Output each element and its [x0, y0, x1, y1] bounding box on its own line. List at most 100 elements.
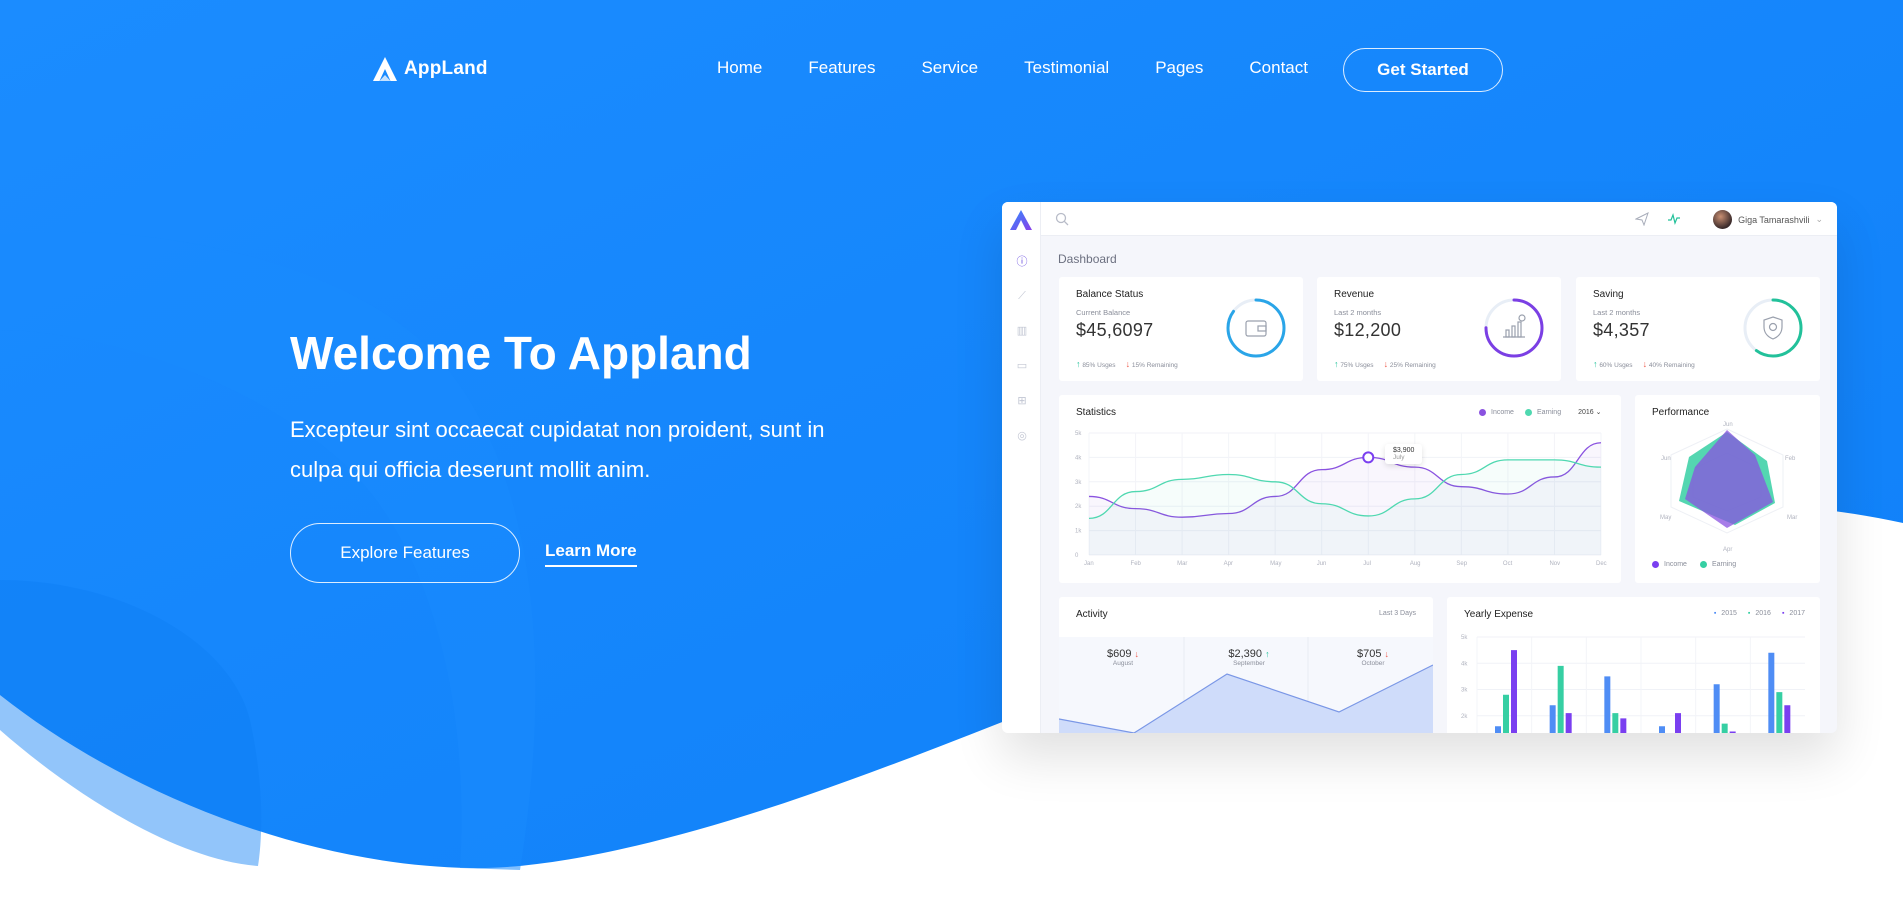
card-footer: ↑ 60% Usges ↓ 40% Remaining — [1593, 359, 1695, 369]
bar — [1768, 652, 1775, 733]
x-tick-label: Aug — [1410, 561, 1421, 567]
y-tick-label: 4k — [1461, 661, 1468, 667]
card-subtitle: Last 2 months — [1593, 308, 1641, 317]
performance-radar-chart — [1670, 428, 1784, 534]
bar — [1604, 676, 1611, 733]
learn-more-link[interactable]: Learn More — [545, 541, 637, 567]
y-tick-label: 0 — [1075, 553, 1079, 559]
radar-label: Apr — [1723, 547, 1733, 553]
x-tick-label: Jan — [1084, 561, 1094, 567]
card-title: Balance Status — [1076, 289, 1144, 300]
y-tick-label: 2k — [1075, 504, 1082, 510]
card-value: $4,357 — [1593, 320, 1650, 340]
statistics-chart: 0 1k 2k 3k 4k 5k Jan Feb Mar Apr May Jun Jul Aug Sep Oc… — [1075, 431, 1607, 567]
card-subtitle: Last 2 months — [1334, 308, 1382, 317]
line-chart-icon[interactable]: ⟋ — [1015, 289, 1029, 303]
progress-ring — [1743, 298, 1803, 358]
x-tick-label: Dec — [1596, 561, 1607, 567]
performance-legend: Income Earning — [1652, 561, 1736, 568]
radar-label: May — [1660, 515, 1672, 521]
bar — [1620, 718, 1627, 733]
bar — [1784, 705, 1791, 733]
arrow-up-icon: ↑ — [1076, 359, 1081, 369]
radar-label: Jun — [1723, 422, 1733, 428]
card-value: $12,200 — [1334, 320, 1402, 340]
bar — [1729, 731, 1736, 733]
nav-service[interactable]: Service — [921, 58, 978, 78]
map-icon[interactable]: ⊞ — [1015, 394, 1029, 408]
shield-icon — [1763, 316, 1783, 340]
y-tick-label: 3k — [1461, 688, 1468, 694]
dashboard-logo-icon — [1010, 210, 1032, 230]
activity-period: Last 3 Days — [1379, 610, 1416, 617]
card-title: Revenue — [1334, 289, 1375, 300]
x-tick-label: Jul — [1363, 561, 1371, 567]
main-menu: Home Features Service Testimonial Pages … — [717, 58, 1354, 78]
x-tick-label: Feb — [1131, 561, 1142, 567]
bar — [1721, 723, 1728, 733]
card-title: Saving — [1593, 289, 1624, 300]
arrow-down-icon: ↓ — [1642, 359, 1648, 369]
avatar — [1713, 210, 1733, 229]
yearly-bar-chart: 2k 3k 4k 5k — [1461, 635, 1805, 733]
dashboard-topbar: Giga Tamarashvili ⌄ — [1041, 202, 1837, 236]
brand-logo[interactable]: AppLand — [372, 56, 488, 82]
bar — [1557, 665, 1564, 733]
progress-ring — [1484, 298, 1544, 358]
activity-august: $609 ↓ August — [1106, 648, 1140, 667]
balance-card: Balance Status Current Balance $45,6097 … — [1059, 277, 1303, 381]
appland-logo-icon — [373, 57, 397, 81]
bar — [1511, 650, 1517, 733]
info-icon[interactable]: ⓘ — [1015, 255, 1029, 269]
x-tick-label: Jun — [1317, 561, 1327, 567]
yearly-expense-card: Yearly Expense ▪ 2015 ▪ 2016 ▪ 2017 2k 3k 4k 5… — [1447, 597, 1820, 733]
nav-testimonial[interactable]: Testimonial — [1024, 58, 1109, 78]
statistics-card: Statistics Income Earning 2016 ⌄ 0 1k 2k 3k… — [1059, 395, 1621, 583]
card-title: Activity — [1076, 609, 1108, 620]
hero-title: Welcome To Appland — [290, 327, 752, 379]
nav-pages[interactable]: Pages — [1155, 58, 1203, 78]
bar-chart-icon[interactable]: ▥ — [1015, 324, 1029, 338]
explore-features-button[interactable]: Explore Features — [290, 523, 520, 583]
nav-features[interactable]: Features — [808, 58, 875, 78]
nav-contact[interactable]: Contact — [1249, 58, 1308, 78]
x-tick-label: Oct — [1503, 561, 1513, 567]
tablet-icon[interactable]: ▭ — [1015, 359, 1029, 373]
brand-name: AppLand — [404, 58, 488, 79]
dashboard-mockup: ⓘ ⟋ ▥ ▭ ⊞ ◎ Giga Tamarashvili ⌄ Dashboar… — [1002, 202, 1837, 733]
radar-label: Jun — [1661, 456, 1671, 462]
x-tick-label: Mar — [1177, 561, 1187, 567]
search-icon[interactable] — [1055, 212, 1069, 226]
bar — [1713, 684, 1720, 733]
arrow-up-icon: ↑ — [1334, 359, 1339, 369]
get-started-button[interactable]: Get Started — [1343, 48, 1503, 92]
activity-icon[interactable] — [1667, 212, 1681, 226]
user-menu[interactable]: Giga Tamarashvili ⌄ — [1713, 210, 1823, 229]
y-tick-label: 5k — [1461, 635, 1468, 641]
growth-chart-icon — [1503, 314, 1526, 338]
y-tick-label: 1k — [1075, 529, 1082, 535]
bar — [1612, 713, 1619, 733]
y-tick-label: 2k — [1461, 714, 1468, 720]
dashboard-sidebar: ⓘ ⟋ ▥ ▭ ⊞ ◎ — [1002, 202, 1041, 733]
radar-label: Mar — [1787, 515, 1798, 521]
card-value: $45,6097 — [1076, 320, 1154, 340]
performance-card: Performance Jun Feb Mar Apr May Jun Inco… — [1635, 395, 1820, 583]
nav-home[interactable]: Home — [717, 58, 762, 78]
bar — [1675, 713, 1681, 733]
activity-october: $705 ↓ October — [1356, 648, 1390, 667]
arrow-down-icon: ↓ — [1125, 359, 1131, 369]
bar — [1495, 726, 1501, 733]
x-tick-label: Apr — [1224, 561, 1233, 567]
send-icon[interactable] — [1635, 212, 1649, 226]
y-tick-label: 3k — [1075, 480, 1082, 486]
x-tick-label: Sep — [1456, 561, 1467, 567]
card-footer: ↑ 85% Usges ↓ 15% Remaining — [1076, 359, 1178, 369]
bar — [1549, 705, 1556, 733]
chart-tooltip: $3,900 July — [1385, 444, 1423, 464]
settings-icon[interactable]: ◎ — [1015, 429, 1029, 443]
arrow-up-icon: ↑ — [1593, 359, 1598, 369]
revenue-card: Revenue Last 2 months $12,200 ↑ 75% Usge… — [1317, 277, 1561, 381]
bar — [1659, 726, 1665, 733]
y-tick-label: 4k — [1075, 455, 1082, 461]
